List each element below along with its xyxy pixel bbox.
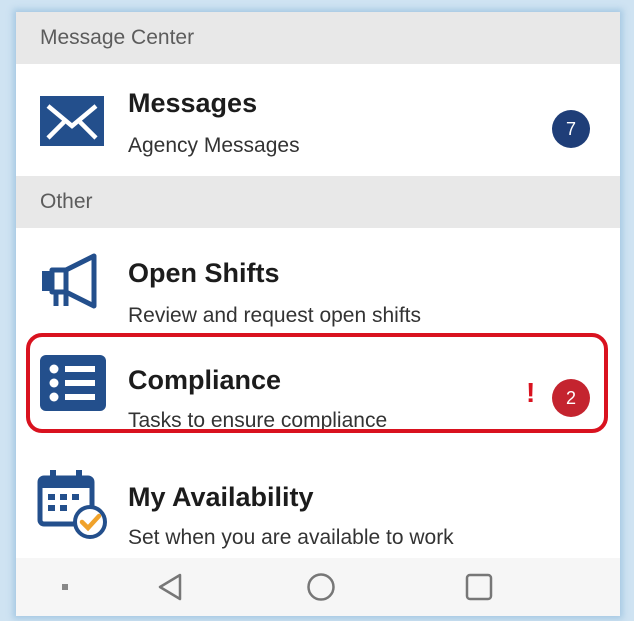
item-subtitle: Agency Messages bbox=[128, 134, 300, 157]
section-title: Message Center bbox=[40, 26, 195, 49]
app-screen: Message Center Messages Agency Messages … bbox=[16, 12, 620, 616]
back-icon[interactable] bbox=[156, 572, 184, 607]
home-icon[interactable] bbox=[306, 572, 336, 607]
item-title: My Availability bbox=[128, 482, 314, 512]
unread-count-badge: 7 bbox=[552, 110, 590, 148]
item-subtitle: Set when you are available to work bbox=[128, 526, 454, 549]
recents-icon[interactable] bbox=[464, 572, 494, 607]
list-item-my-availability[interactable]: My Availability Set when you are availab… bbox=[16, 452, 620, 556]
megaphone-icon bbox=[38, 246, 106, 319]
item-title: Open Shifts bbox=[128, 258, 280, 288]
list-item-open-shifts[interactable]: Open Shifts Review and request open shif… bbox=[16, 228, 620, 328]
system-navigation-bar bbox=[16, 558, 620, 616]
highlight-box bbox=[26, 333, 608, 433]
section-title: Other bbox=[40, 190, 93, 213]
section-header-other: Other bbox=[16, 176, 620, 228]
item-title: Messages bbox=[128, 88, 258, 118]
envelope-icon bbox=[38, 94, 106, 153]
list-item-messages[interactable]: Messages Agency Messages 7 bbox=[16, 64, 620, 176]
section-header-message-center: Message Center bbox=[16, 12, 620, 64]
item-subtitle: Review and request open shifts bbox=[128, 304, 422, 327]
calendar-check-icon bbox=[36, 466, 110, 545]
menu-dot-icon[interactable] bbox=[62, 584, 68, 590]
